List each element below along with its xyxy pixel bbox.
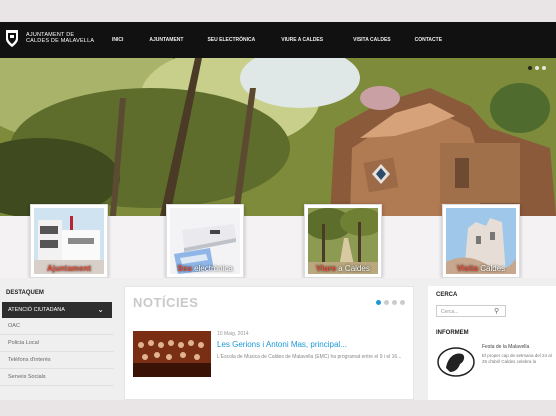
slider-dot[interactable] [535,66,539,70]
search-icon[interactable]: ⚲ [494,307,499,315]
chevron-down-icon: ⌄ [97,305,104,314]
nav-item-inici[interactable]: Inici [112,37,123,43]
tile-viure-a-caldes[interactable]: Viure a Caldes [304,204,382,278]
page: AJUNTAMENT DE CALDES DE MALAVELLA Inici … [0,22,556,400]
inform-heading[interactable]: Festa de la Malavella [482,344,529,350]
highlights-sidebar: DESTAQUEM ATENCIÓ CIUTADANA ⌄ OAC Polici… [0,286,114,400]
news-pager [376,300,405,305]
pager-dot[interactable] [376,300,381,305]
tile-label: Seu electrònica [177,264,233,273]
pager-dot[interactable] [400,300,405,305]
sidebar-link-serveis-socials[interactable]: Serveis Socials [0,369,114,386]
nav-item-visita-caldes[interactable]: Visita Caldes [353,37,391,43]
inform-title: INFORMEM [436,330,469,336]
news-panel: NOTÍCIES 10 Maig, 2014 Les Gerions i Ant… [124,286,414,400]
sidebar-title: DESTAQUEM [6,290,44,296]
main-nav: Inici Ajuntament Seu electrònica Viure a… [112,22,442,58]
sidebar-link-policia-local[interactable]: Policia Local [0,335,114,352]
tile-visita-caldes[interactable]: Visita Caldes [442,204,520,278]
hero-slider-dots [528,66,546,70]
sidebar-link-oac[interactable]: OAC [0,318,114,335]
inform-text: El proper cap de setmana del 24 al 25 d'… [482,353,552,364]
nav-item-seu-electronica[interactable]: Seu electrònica [207,37,255,43]
slider-dot[interactable] [542,66,546,70]
tile-label: Visita Caldes [456,264,506,273]
tile-ajuntament[interactable]: Ajuntament [30,204,108,278]
nav-item-viure-a-caldes[interactable]: Viure a Caldes [281,37,323,43]
news-headline-link[interactable]: Les Gerions i Antoni Mas, principal... [217,340,347,349]
festa-logo-image[interactable] [436,344,476,380]
pager-dot[interactable] [392,300,397,305]
tile-label: Ajuntament [47,264,91,273]
coat-of-arms-icon [6,30,18,47]
hero-scene [0,58,556,216]
atencio-ciutadana-dropdown[interactable]: ATENCIÓ CIUTADANA ⌄ [2,302,112,318]
sidebar-link-telefons[interactable]: Telèfons d'interès [0,352,114,369]
header-bar: AJUNTAMENT DE CALDES DE MALAVELLA Inici … [0,22,556,58]
tile-seu-electronica[interactable]: Seu electrònica [166,204,244,278]
content-area: DESTAQUEM ATENCIÓ CIUTADANA ⌄ OAC Polici… [0,278,556,400]
news-date: 10 Maig, 2014 [217,331,249,337]
site-logo[interactable]: AJUNTAMENT DE CALDES DE MALAVELLA [4,28,94,48]
logo-line-2: CALDES DE MALAVELLA [26,38,95,44]
news-thumbnail[interactable] [133,331,211,377]
dropdown-label: ATENCIÓ CIUTADANA [8,307,65,313]
tile-label: Viure a Caldes [316,264,370,273]
nav-item-ajuntament[interactable]: Ajuntament [149,37,183,43]
right-sidebar: CERCA Cerca... ⚲ INFORMEM Festa de la Ma… [428,286,556,400]
slider-dot[interactable] [528,66,532,70]
search-title: CERCA [436,292,458,298]
hero-image [0,58,556,216]
pager-dot[interactable] [384,300,389,305]
quick-links-band: Ajuntament Seu electrònica Viure a Calde… [0,204,556,278]
news-title: NOTÍCIES [133,295,199,310]
news-description: L'Escola de Música de Caldes de Malavell… [217,354,402,360]
nav-item-contacte[interactable]: Contacte [415,37,442,43]
